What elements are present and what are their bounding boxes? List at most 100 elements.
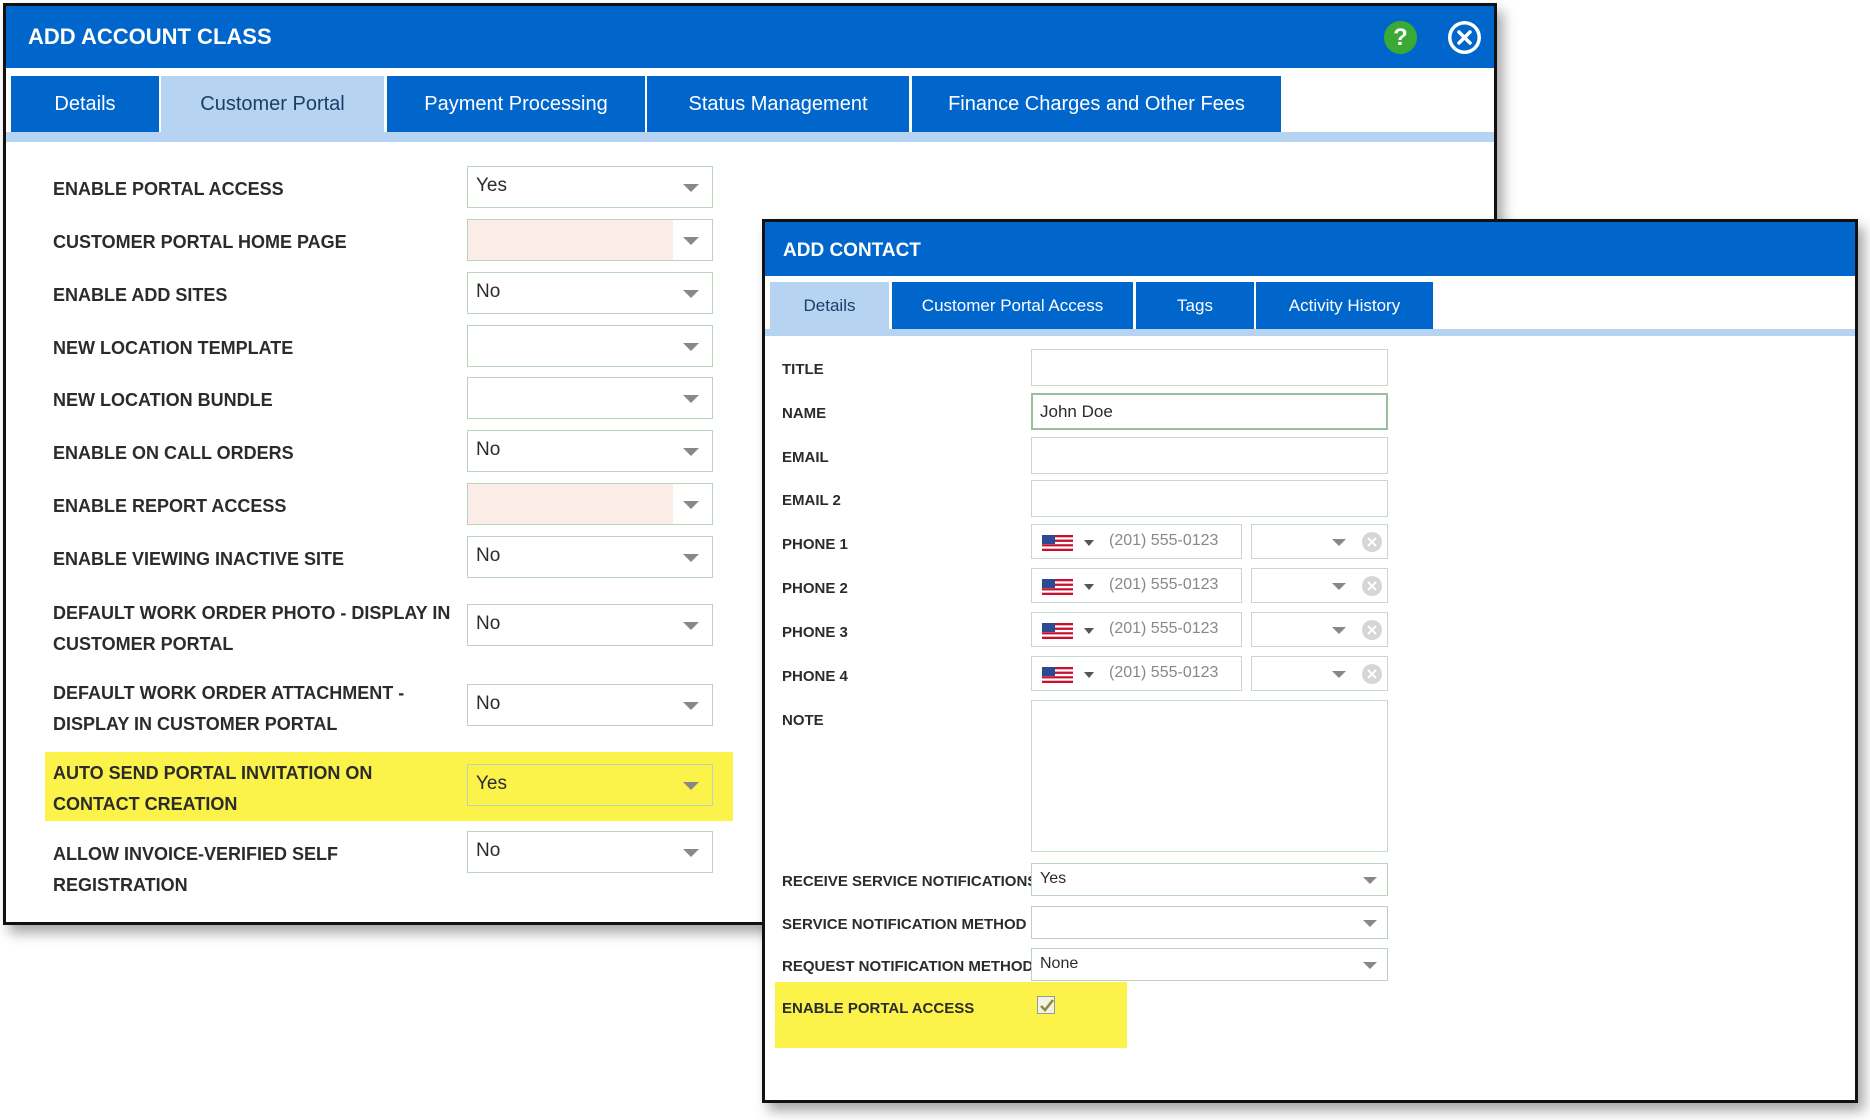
select-customer-portal-home-page[interactable] [467, 219, 713, 261]
close-icon[interactable] [1448, 21, 1481, 54]
phone-2-type-select[interactable] [1251, 568, 1388, 603]
account-tab-bar: Details Customer Portal Payment Processi… [6, 68, 1494, 142]
phone-2-input[interactable]: (201) 555-0123 [1031, 568, 1242, 603]
us-flag-icon[interactable] [1042, 579, 1073, 595]
phone-3-input[interactable]: (201) 555-0123 [1031, 612, 1242, 647]
label-auto-send-portal-invitation: AUTO SEND PORTAL INVITATION ON CONTACT C… [53, 763, 373, 814]
phone-1-input[interactable]: (201) 555-0123 [1031, 524, 1242, 559]
tab-customer-portal-access[interactable]: Customer Portal Access [892, 282, 1133, 329]
enable-portal-access-checkbox[interactable] [1037, 996, 1055, 1014]
select-value: No [476, 613, 501, 634]
tab-finance-charges[interactable]: Finance Charges and Other Fees [912, 76, 1281, 132]
select-new-location-template[interactable] [467, 325, 713, 367]
add-contact-dialog: ADD CONTACT Details Customer Portal Acce… [762, 219, 1858, 1103]
help-icon[interactable]: ? [1384, 21, 1417, 54]
tab-customer-portal[interactable]: Customer Portal [161, 76, 384, 132]
label-enable-viewing-inactive-site: ENABLE VIEWING INACTIVE SITE [53, 549, 345, 569]
chevron-down-icon [1332, 583, 1346, 590]
select-enable-portal-access[interactable]: Yes [467, 166, 713, 208]
label-allow-invoice-verified-self-registration: ALLOW INVOICE-VERIFIED SELF REGISTRATION [53, 844, 339, 895]
phone-1-type-select[interactable] [1251, 524, 1388, 559]
phone-4-input[interactable]: (201) 555-0123 [1031, 656, 1242, 691]
label-customer-portal-home-page: CUSTOMER PORTAL HOME PAGE [53, 232, 347, 252]
tab-contact-details[interactable]: Details [770, 282, 889, 329]
tab-activity-history[interactable]: Activity History [1256, 282, 1433, 329]
chevron-down-icon [1363, 920, 1377, 927]
chevron-down-icon [683, 290, 699, 298]
chevron-down-icon[interactable] [1084, 672, 1094, 678]
select-enable-viewing-inactive-site[interactable]: No [467, 536, 713, 578]
phone-placeholder: (201) 555-0123 [1109, 620, 1219, 637]
email-input[interactable] [1031, 437, 1388, 474]
chevron-down-icon [1363, 877, 1377, 884]
phone-3-type-select[interactable] [1251, 612, 1388, 647]
select-enable-on-call-orders[interactable]: No [467, 430, 713, 472]
input-value: John Doe [1040, 402, 1113, 421]
select-default-work-order-attachment[interactable]: No [467, 684, 713, 726]
clear-icon[interactable] [1362, 576, 1382, 596]
select-request-notification-method[interactable]: None [1031, 948, 1388, 981]
chevron-down-icon [1332, 539, 1346, 546]
select-value: None [1040, 955, 1079, 972]
title-input[interactable] [1031, 349, 1388, 386]
label-enable-portal-access: ENABLE PORTAL ACCESS [53, 179, 284, 199]
select-service-notification-method[interactable] [1031, 906, 1388, 939]
phone-placeholder: (201) 555-0123 [1109, 576, 1219, 593]
account-dialog-title: ADD ACCOUNT CLASS [28, 24, 272, 49]
chevron-down-icon [683, 849, 699, 857]
tab-details[interactable]: Details [11, 76, 159, 132]
select-receive-service-notifications[interactable]: Yes [1031, 863, 1388, 896]
select-new-location-bundle[interactable] [467, 377, 713, 419]
tab-payment-processing[interactable]: Payment Processing [387, 76, 645, 132]
label-service-notification-method: SERVICE NOTIFICATION METHOD [782, 916, 1027, 933]
select-auto-send-portal-invitation[interactable]: Yes [467, 764, 713, 806]
chevron-down-icon[interactable] [1084, 584, 1094, 590]
chevron-down-icon [683, 395, 699, 403]
label-new-location-bundle: NEW LOCATION BUNDLE [53, 390, 273, 410]
label-enable-report-access: ENABLE REPORT ACCESS [53, 496, 287, 516]
select-value: No [476, 439, 501, 460]
select-value: Yes [476, 773, 507, 794]
chevron-down-icon [683, 702, 699, 710]
label-phone-2: PHONE 2 [782, 580, 848, 597]
us-flag-icon[interactable] [1042, 535, 1073, 551]
chevron-down-icon [683, 237, 699, 245]
chevron-down-icon [683, 622, 699, 630]
chevron-down-icon[interactable] [1084, 540, 1094, 546]
chevron-down-icon [1363, 962, 1377, 969]
chevron-down-icon[interactable] [1084, 628, 1094, 634]
name-input[interactable]: John Doe [1031, 393, 1388, 430]
label-default-work-order-photo: DEFAULT WORK ORDER PHOTO - DISPLAY IN CU… [53, 603, 451, 654]
contact-tab-bar: Details Customer Portal Access Tags Acti… [765, 276, 1855, 336]
clear-icon[interactable] [1362, 664, 1382, 684]
tab-underline [765, 329, 1855, 336]
select-value: No [476, 545, 501, 566]
label-name: NAME [782, 405, 827, 422]
note-textarea[interactable] [1031, 700, 1388, 852]
label-email: EMAIL [782, 449, 829, 466]
us-flag-icon[interactable] [1042, 667, 1073, 683]
tab-status-management[interactable]: Status Management [647, 76, 909, 132]
contact-dialog-title: ADD CONTACT [783, 240, 921, 261]
tab-tags[interactable]: Tags [1136, 282, 1254, 329]
select-value: Yes [476, 175, 507, 196]
label-note: NOTE [782, 712, 824, 729]
select-value: No [476, 840, 501, 861]
select-value: Yes [1040, 870, 1067, 887]
email-2-input[interactable] [1031, 480, 1388, 517]
chevron-down-icon [683, 782, 699, 790]
phone-placeholder: (201) 555-0123 [1109, 532, 1219, 549]
clear-icon[interactable] [1362, 620, 1382, 640]
phone-4-type-select[interactable] [1251, 656, 1388, 691]
checkmark-icon [1040, 999, 1054, 1012]
label-request-notification-method: REQUEST NOTIFICATION METHOD [782, 958, 1034, 975]
clear-icon[interactable] [1362, 532, 1382, 552]
label-title: TITLE [782, 361, 824, 378]
select-enable-report-access[interactable] [467, 483, 713, 525]
select-allow-invoice-verified-self-registration[interactable]: No [467, 831, 713, 873]
us-flag-icon[interactable] [1042, 623, 1073, 639]
select-enable-add-sites[interactable]: No [467, 272, 713, 314]
contact-dialog-titlebar: ADD CONTACT [765, 222, 1855, 276]
label-phone-1: PHONE 1 [782, 536, 848, 553]
select-default-work-order-photo[interactable]: No [467, 604, 713, 646]
